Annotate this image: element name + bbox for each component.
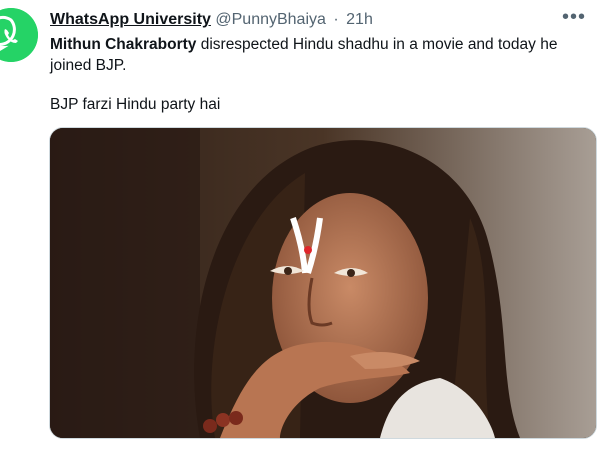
tweet[interactable]: WhatsApp University @PunnyBhaiya · 21h •…	[0, 0, 600, 450]
tweet-text-line1: Mithun Chakraborty disrespected Hindu sh…	[50, 34, 590, 76]
more-options-icon[interactable]: •••	[562, 7, 586, 30]
timestamp[interactable]: 21h	[346, 11, 373, 28]
tweet-header: WhatsApp University @PunnyBhaiya · 21h •…	[50, 7, 590, 32]
tweet-text: Mithun Chakraborty disrespected Hindu sh…	[50, 34, 590, 115]
tweet-text-line2: BJP farzi Hindu party hai	[50, 96, 221, 113]
whatsapp-logo-icon[interactable]	[0, 8, 38, 62]
author-name[interactable]: WhatsApp University	[50, 11, 211, 28]
author-handle[interactable]: @PunnyBhaiya	[215, 11, 326, 28]
mention-name: Mithun Chakraborty	[50, 36, 197, 53]
tweet-media-image[interactable]	[49, 127, 597, 439]
separator: ·	[333, 11, 339, 28]
